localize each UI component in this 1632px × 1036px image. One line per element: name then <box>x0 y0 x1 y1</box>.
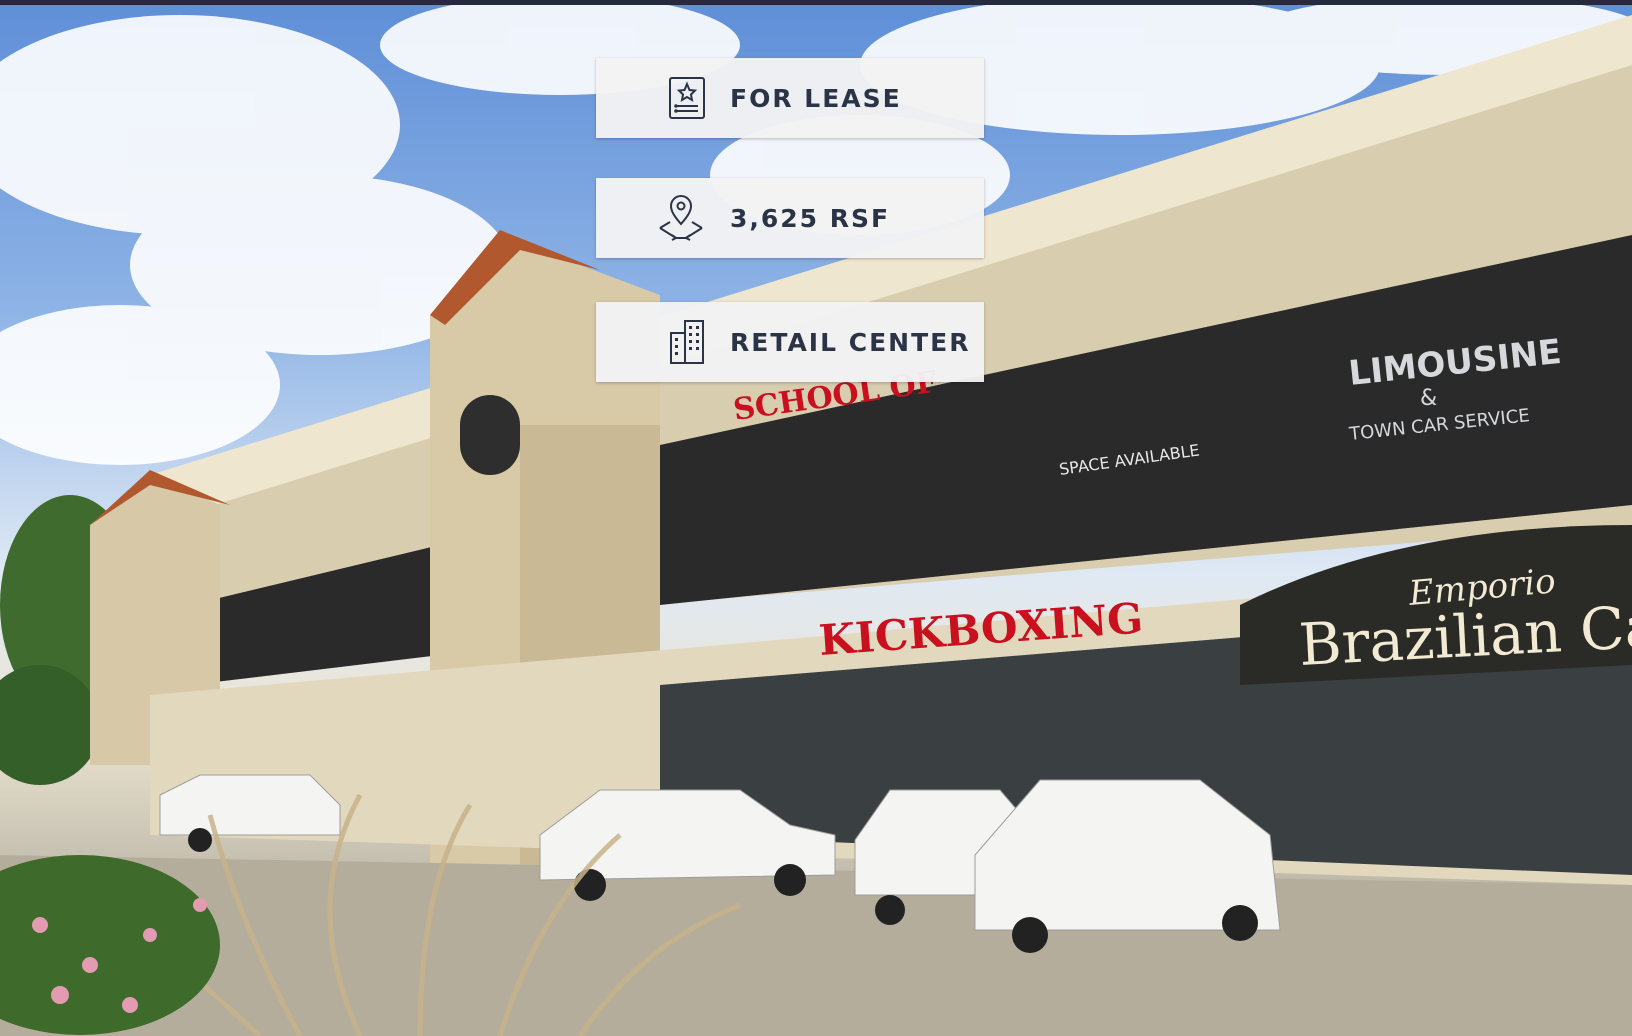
badge-for-lease-label: FOR LEASE <box>730 83 902 113</box>
retail-center-illustration: SCHOOL OF KICKBOXING SPACE AVAILABLE LIM… <box>0 5 1632 1036</box>
certificate-document-icon <box>658 69 716 127</box>
badge-for-lease: FOR LEASE <box>596 58 984 138</box>
badge-square-footage-label: 3,625 RSF <box>730 203 891 233</box>
property-photo: SCHOOL OF KICKBOXING SPACE AVAILABLE LIM… <box>0 5 1632 1036</box>
badge-square-footage: 3,625 RSF <box>596 178 984 258</box>
sign-limousine-amp: & <box>1420 386 1437 411</box>
badge-property-type: RETAIL CENTER <box>596 302 984 382</box>
map-pin-area-icon <box>652 189 710 247</box>
parking-lot <box>0 855 1632 1036</box>
office-building-icon <box>658 313 716 371</box>
badge-property-type-label: RETAIL CENTER <box>730 327 971 357</box>
